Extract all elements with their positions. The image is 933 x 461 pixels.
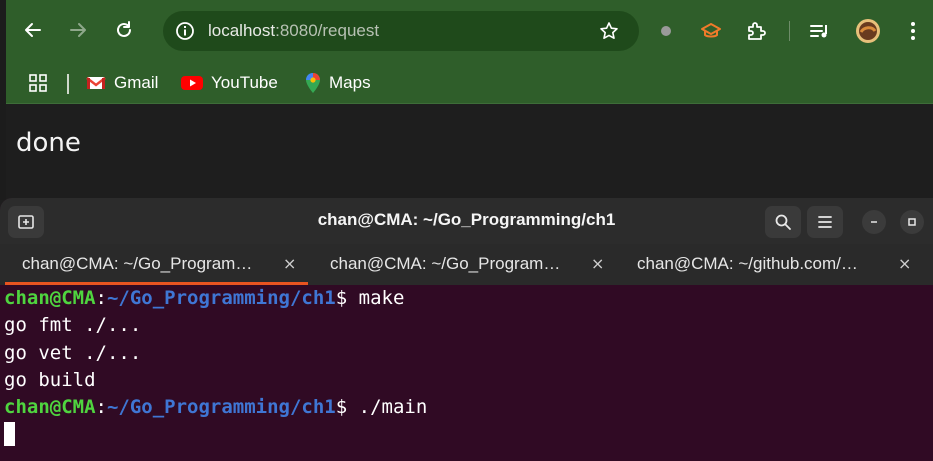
extensions-button[interactable] (742, 17, 770, 45)
bookmarks-separator (67, 74, 69, 94)
graduation-cap-icon (701, 23, 721, 38)
url-path: :8080/request (275, 21, 380, 40)
terminal-header-bar: chan@CMA: ~/Go_Programming/ch1 (0, 198, 933, 244)
terminal-cursor (4, 422, 15, 446)
terminal-line-output: go vet ./... (4, 342, 142, 364)
reload-icon (117, 21, 131, 37)
incognito-dot-icon (661, 26, 671, 36)
prompt-path: ~/Go_Programming/ch1 (106, 396, 336, 418)
search-icon (775, 214, 791, 230)
terminal-line-command: chan@CMA:~/Go_Programming/ch1$ ./main (4, 394, 427, 421)
scholar-extension[interactable] (697, 17, 725, 45)
bookmark-youtube[interactable]: YouTube (181, 68, 278, 98)
command-text: $ make (335, 287, 405, 309)
profile-avatar-icon (856, 19, 880, 43)
extensions-puzzle-icon (748, 22, 766, 40)
terminal-tab-1[interactable]: chan@CMA: ~/Go_Program… × (0, 244, 308, 285)
toolbar-separator (789, 21, 790, 41)
browser-menu-button[interactable] (899, 17, 927, 45)
url-text: localhost:8080/request (208, 21, 379, 41)
terminal-tab-bar: chan@CMA: ~/Go_Program… × chan@CMA: ~/Go… (0, 244, 933, 285)
terminal-window: chan@CMA: ~/Go_Programming/ch1 chan@CMA:… (0, 198, 933, 461)
prompt-path: ~/Go_Programming/ch1 (106, 287, 336, 309)
browser-toolbar: localhost:8080/request (6, 0, 933, 62)
kebab-menu-icon (911, 22, 915, 40)
bookmark-gmail-label: Gmail (114, 73, 159, 92)
terminal-tab-label: chan@CMA: ~/Go_Program… (22, 254, 253, 273)
terminal-output[interactable]: chan@CMA:~/Go_Programming/ch1$ make go f… (0, 285, 933, 461)
forward-arrow-icon (70, 23, 86, 37)
maximize-button[interactable] (900, 210, 924, 234)
bookmark-maps-label: Maps (329, 73, 371, 92)
maps-pin-icon (306, 73, 320, 93)
page-response-text: done (16, 128, 81, 158)
bookmarks-bar: Gmail YouTube Maps (6, 62, 933, 104)
address-bar[interactable]: localhost:8080/request (163, 11, 639, 51)
apps-button[interactable] (28, 68, 48, 98)
hamburger-menu-icon (818, 216, 832, 228)
bookmark-gmail[interactable]: Gmail (86, 68, 158, 98)
terminal-line-command: chan@CMA:~/Go_Programming/ch1$ make (4, 285, 404, 312)
browser-page-content: done (6, 104, 933, 200)
minimize-button[interactable] (862, 210, 886, 234)
prompt-colon: : (95, 396, 107, 418)
reload-button[interactable] (110, 16, 138, 44)
back-button[interactable] (19, 16, 47, 44)
url-host: localhost (208, 21, 276, 40)
profile-button[interactable] (854, 17, 882, 45)
bookmark-youtube-label: YouTube (211, 73, 278, 92)
gmail-icon (86, 77, 106, 89)
prompt-user: chan@CMA (4, 287, 96, 309)
terminal-tab-3[interactable]: chan@CMA: ~/github.com/… × (615, 244, 915, 285)
terminal-line-output: go build (4, 369, 96, 391)
media-queue-icon (810, 25, 827, 38)
terminal-tab-2[interactable]: chan@CMA: ~/Go_Program… × (308, 244, 608, 285)
youtube-icon (181, 76, 203, 90)
terminal-search-button[interactable] (765, 206, 801, 238)
tab-close-icon[interactable]: × (898, 254, 911, 273)
apps-grid-icon (29, 74, 47, 92)
terminal-tab-label: chan@CMA: ~/Go_Program… (330, 254, 561, 273)
bookmark-star-icon[interactable] (599, 21, 619, 41)
terminal-tab-label: chan@CMA: ~/github.com/… (637, 254, 858, 273)
prompt-user: chan@CMA (4, 396, 96, 418)
minimize-icon (871, 221, 877, 223)
incognito-extension[interactable] (652, 17, 680, 45)
back-arrow-icon (25, 23, 41, 37)
prompt-colon: : (95, 287, 107, 309)
terminal-line-output: go fmt ./... (4, 314, 142, 336)
bookmark-maps[interactable]: Maps (305, 68, 371, 98)
maximize-icon (908, 218, 916, 226)
command-text: $ ./main (335, 396, 428, 418)
tab-close-icon[interactable]: × (591, 254, 604, 273)
forward-button[interactable] (64, 16, 92, 44)
site-info-icon[interactable] (175, 21, 195, 41)
terminal-menu-button[interactable] (807, 206, 843, 238)
browser-window: localhost:8080/request Gmail YouTube Map… (0, 0, 933, 200)
media-queue-button[interactable] (806, 17, 834, 45)
tab-close-icon[interactable]: × (283, 254, 296, 273)
